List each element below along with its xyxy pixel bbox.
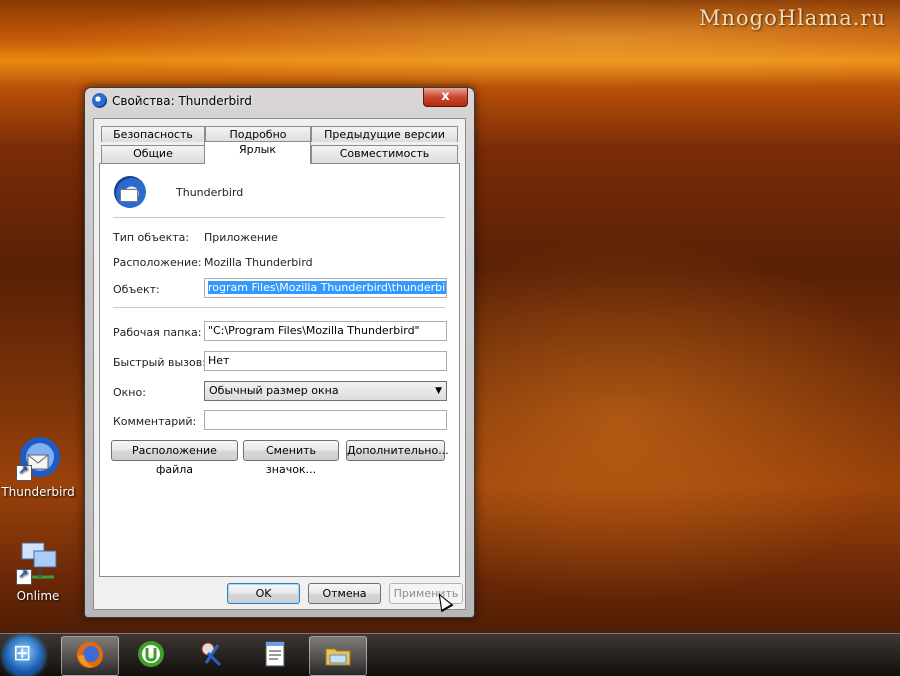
divider [113, 307, 445, 309]
tab-details[interactable]: Подробно [205, 126, 311, 142]
window-size-select[interactable]: Обычный размер окна ▼ [204, 381, 447, 401]
target-field[interactable]: rogram Files\Mozilla Thunderbird\thunder… [204, 278, 447, 298]
desktop-icon-label: Onlime [16, 589, 60, 603]
ok-button[interactable]: OK [227, 583, 300, 604]
tab-previous-versions[interactable]: Предыдущие версии [311, 126, 458, 142]
app-name: Thunderbird [176, 186, 244, 199]
window-label: Окно: [113, 386, 146, 399]
tab-compatibility[interactable]: Совместимость [311, 145, 458, 163]
target-value: rogram Files\Mozilla Thunderbird\thunder… [208, 281, 446, 294]
advanced-button[interactable]: Дополнительно... [346, 440, 449, 461]
explorer-folder-icon [325, 648, 351, 666]
type-value: Приложение [204, 231, 278, 244]
change-icon-button[interactable]: Сменить значок... [243, 440, 339, 476]
dialog-title: Свойства: Thunderbird [112, 94, 252, 108]
notepad-icon [265, 641, 285, 667]
properties-dialog: Свойства: Thunderbird x Безопасность Под… [84, 87, 475, 618]
workdir-label: Рабочая папка: [113, 326, 202, 339]
firefox-icon [77, 642, 103, 668]
hotkey-label: Быстрый вызов: [113, 356, 206, 369]
type-label: Тип объекта: [113, 231, 190, 244]
start-orb[interactable] [4, 636, 44, 676]
title-bar[interactable]: Свойства: Thunderbird x [85, 88, 474, 114]
desktop-icon-thunderbird[interactable]: Thunderbird [0, 433, 78, 499]
taskbar-utorrent[interactable] [123, 636, 179, 674]
desktop-icon-onlime[interactable]: Onlime [0, 537, 78, 603]
taskbar [0, 633, 900, 676]
shortcut-arrow-icon [16, 567, 32, 585]
tab-security[interactable]: Безопасность [101, 126, 205, 142]
divider [113, 217, 445, 219]
location-value: Mozilla Thunderbird [204, 256, 313, 269]
comment-field[interactable] [204, 410, 447, 430]
tab-general[interactable]: Общие [101, 145, 205, 163]
workdir-field[interactable]: "C:\Program Files\Mozilla Thunderbird" [204, 321, 447, 341]
taskbar-firefox[interactable] [61, 636, 119, 676]
apply-button[interactable]: Применить [389, 583, 463, 604]
shortcut-arrow-icon [16, 463, 32, 481]
watermark: MnogoHlama.ru [699, 6, 886, 30]
thunderbird-icon [14, 433, 62, 481]
desktop-icon-label: Thunderbird [1, 485, 75, 499]
taskbar-notepad[interactable] [247, 636, 303, 674]
shortcut-tab-pane: Thunderbird Тип объекта: Приложение Расп… [99, 163, 460, 577]
utorrent-icon [138, 641, 164, 667]
location-label: Расположение: [113, 256, 202, 269]
window-size-value: Обычный размер окна [209, 384, 339, 397]
taskbar-explorer[interactable] [309, 636, 367, 676]
tab-shortcut[interactable]: Ярлык [204, 141, 311, 164]
cancel-button[interactable]: Отмена [308, 583, 381, 604]
chevron-down-icon: ▼ [435, 386, 442, 396]
thunderbird-icon [114, 176, 146, 208]
comment-label: Комментарий: [113, 415, 197, 428]
target-label: Объект: [113, 283, 160, 296]
hotkey-field[interactable]: Нет [204, 351, 447, 371]
taskbar-snipping-tool[interactable] [185, 636, 241, 674]
scissors-icon [201, 642, 222, 667]
thunderbird-icon [92, 93, 107, 108]
close-button[interactable]: x [423, 88, 468, 107]
file-location-button[interactable]: Расположение файла [111, 440, 238, 476]
dialog-client-area: Безопасность Подробно Предыдущие версии … [93, 118, 466, 610]
network-connection-icon [14, 537, 62, 585]
